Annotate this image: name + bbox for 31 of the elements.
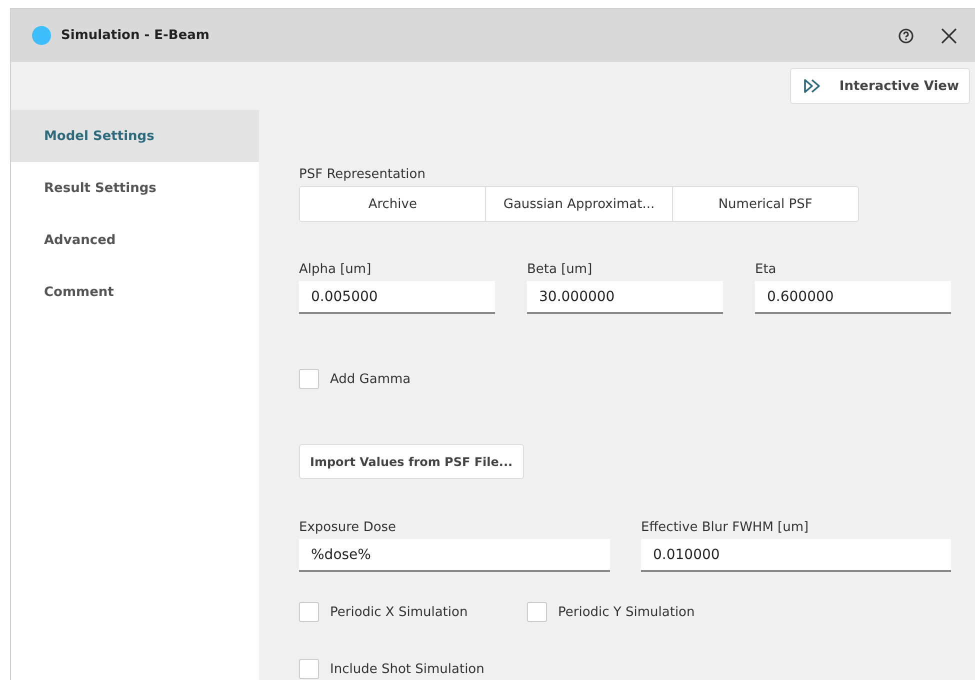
sidebar-item[interactable]: Model Settings — [11, 110, 259, 162]
sidebar-item[interactable]: Advanced — [11, 214, 259, 266]
input-field[interactable]: %dose% — [299, 539, 610, 572]
window-title: Simulation - E-Beam — [61, 28, 210, 43]
checkbox-label: Include Shot Simulation — [330, 662, 484, 676]
segment-tab[interactable]: Numerical PSF — [672, 187, 858, 221]
field-label: Eta — [755, 262, 778, 277]
checkbox[interactable] — [299, 369, 319, 389]
checkbox[interactable] — [299, 659, 319, 679]
segment-tab[interactable]: Gaussian Approximat... — [485, 187, 672, 221]
field-label: Effective Blur FWHM [um] — [641, 520, 810, 535]
input-field[interactable]: 0.600000 — [755, 281, 951, 314]
checkbox-label: Add Gamma — [330, 372, 411, 386]
field-label: Exposure Dose — [299, 520, 398, 535]
field-label: Beta [um] — [527, 262, 594, 277]
import-button[interactable]: Import Values from PSF File... — [299, 444, 524, 479]
segment-tab[interactable]: Archive — [300, 187, 486, 221]
checkbox[interactable] — [527, 602, 547, 622]
fast-forward-icon — [803, 78, 822, 94]
input-field[interactable]: 30.000000 — [527, 281, 723, 314]
sidebar-item[interactable]: Result Settings — [11, 162, 259, 214]
interactive-view-button[interactable]: Interactive View — [790, 68, 970, 104]
sidebar-item[interactable]: Comment — [11, 266, 259, 318]
field-label: Alpha [um] — [299, 262, 372, 277]
checkbox-label: Periodic X Simulation — [330, 604, 468, 620]
checkbox[interactable] — [299, 602, 319, 622]
checkbox-label: Periodic Y Simulation — [558, 604, 695, 620]
status-dot-icon — [32, 26, 51, 45]
input-field[interactable]: 0.010000 — [641, 539, 951, 572]
field-label: PSF Representation — [299, 167, 426, 182]
input-field[interactable]: 0.005000 — [299, 281, 495, 314]
